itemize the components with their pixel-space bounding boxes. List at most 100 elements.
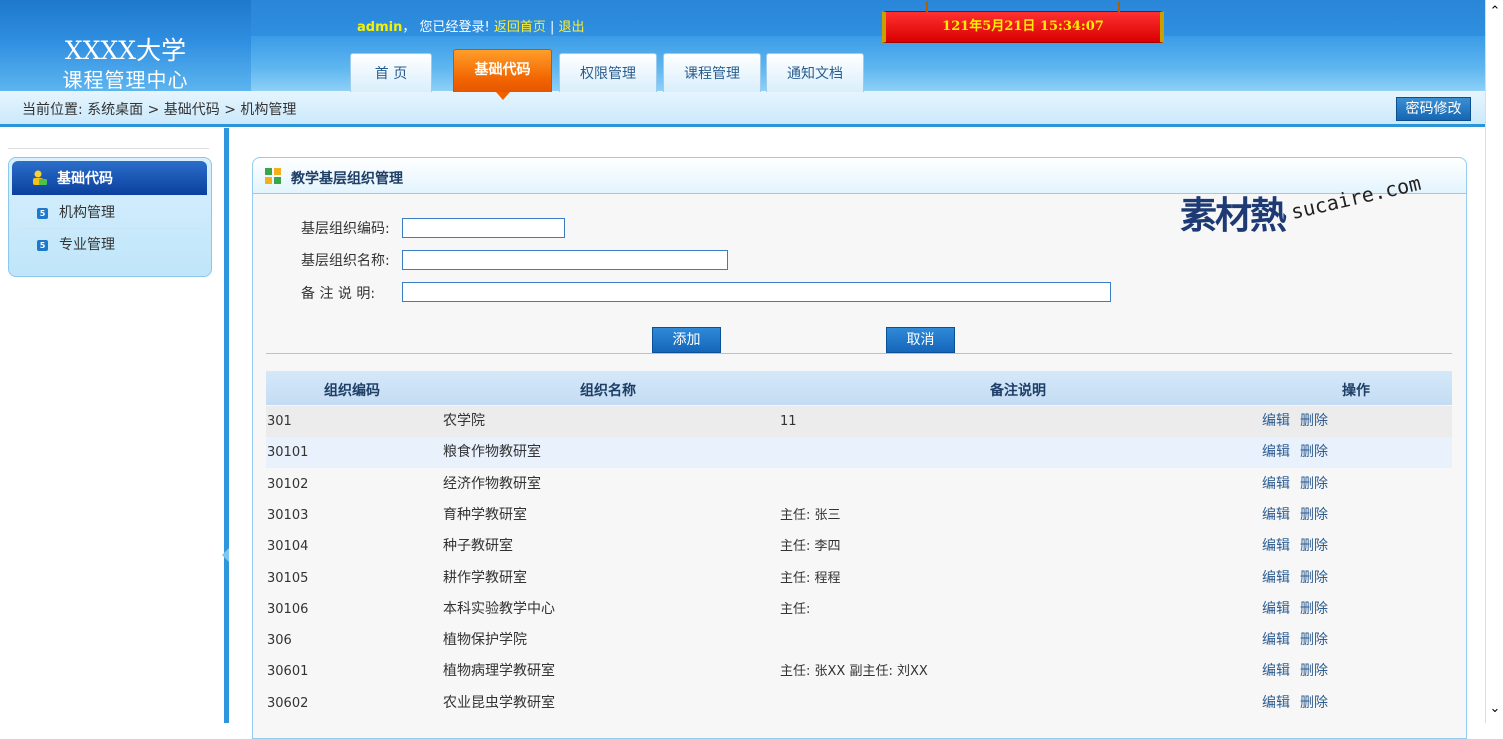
remark-input[interactable]	[402, 282, 1111, 302]
edit-link[interactable]: 编辑	[1262, 656, 1290, 687]
form-row-code: 基层组织编码:	[301, 218, 403, 238]
delete-link[interactable]: 删除	[1300, 625, 1328, 656]
sidebar: 基础代码 5 机构管理 5 专业管理	[8, 157, 212, 277]
page-scrollbar[interactable]: ⌃ ⌄	[1485, 0, 1503, 723]
form-row-name: 基层组织名称:	[301, 250, 403, 270]
delete-link[interactable]: 删除	[1300, 688, 1328, 719]
code-label: 基层组织编码:	[301, 221, 390, 237]
edit-link[interactable]: 编辑	[1262, 594, 1290, 625]
sidebar-item-major-management[interactable]: 5 专业管理	[19, 230, 206, 261]
tab-label: 通知文档	[787, 66, 843, 82]
form-divider	[266, 353, 1452, 354]
active-tab-arrow	[495, 92, 510, 100]
cell-org-code: 30101	[267, 445, 309, 461]
login-status-text: ， 您已经登录!	[402, 20, 490, 35]
tab-permission[interactable]: 权限管理	[559, 53, 657, 92]
table-row: 30105 耕作学教研室 主任: 程程 编辑 删除	[266, 563, 1452, 594]
sidebar-item-label: 机构管理	[59, 205, 115, 221]
tab-home[interactable]: 首 页	[350, 53, 432, 92]
cell-remark: 主任: 张XX 副主任: 刘XX	[780, 664, 928, 680]
remark-label: 备 注 说 明:	[301, 286, 376, 302]
logo-system-name: 课程管理中心	[62, 68, 189, 92]
col-header-code: 组织编码	[324, 383, 380, 399]
tab-notice-docs[interactable]: 通知文档	[766, 53, 864, 92]
table-row: 301 农学院 11 编辑 删除	[266, 406, 1452, 437]
delete-link[interactable]: 删除	[1300, 437, 1328, 468]
cell-org-name: 植物保护学院	[443, 632, 527, 649]
cell-org-name: 耕作学教研室	[443, 569, 527, 586]
delete-link[interactable]: 删除	[1300, 500, 1328, 531]
cell-org-code: 30104	[267, 539, 309, 555]
edit-link[interactable]: 编辑	[1262, 531, 1290, 562]
cell-remark: 主任: 程程	[780, 570, 841, 586]
cell-remark: 主任: 张三	[780, 507, 841, 523]
cell-org-code: 306	[267, 633, 292, 649]
tab-course[interactable]: 课程管理	[663, 53, 761, 92]
breadcrumb: 当前位置: 系统桌面 > 基础代码 > 机构管理	[22, 102, 297, 118]
cell-remark: 主任:	[780, 601, 811, 617]
panel-title: 教学基层组织管理	[291, 171, 403, 187]
delete-link[interactable]: 删除	[1300, 594, 1328, 625]
table-row: 30106 本科实验教学中心 主任: 编辑 删除	[266, 594, 1452, 625]
delete-link[interactable]: 删除	[1300, 656, 1328, 687]
edit-link[interactable]: 编辑	[1262, 469, 1290, 500]
cell-org-code: 30103	[267, 507, 309, 523]
tab-basic-code[interactable]: 基础代码	[453, 49, 552, 100]
col-header-actions: 操作	[1342, 383, 1370, 399]
delete-link[interactable]: 删除	[1300, 531, 1328, 562]
table-row: 30102 经济作物教研室 编辑 删除	[266, 469, 1452, 500]
sidebar-splitter[interactable]	[222, 128, 229, 723]
scroll-up-icon[interactable]: ⌃	[1486, 2, 1503, 22]
edit-link[interactable]: 编辑	[1262, 437, 1290, 468]
clock-hanger-right	[1118, 1, 1120, 12]
edit-link[interactable]: 编辑	[1262, 500, 1290, 531]
edit-link[interactable]: 编辑	[1262, 563, 1290, 594]
tab-label: 课程管理	[684, 66, 740, 82]
cell-org-name: 农学院	[443, 413, 485, 429]
cell-org-name: 本科实验教学中心	[443, 600, 555, 617]
tab-label: 权限管理	[580, 66, 636, 82]
cell-org-name: 育种学教研室	[443, 506, 527, 523]
delete-link[interactable]: 删除	[1300, 406, 1328, 437]
watermark-logo: 素材熱 sucaire.com	[1177, 171, 1427, 253]
edit-link[interactable]: 编辑	[1262, 688, 1290, 719]
delete-link[interactable]: 删除	[1300, 563, 1328, 594]
breadcrumb-bar: 当前位置: 系统桌面 > 基础代码 > 机构管理 密码修改	[0, 91, 1485, 127]
watermark-zh: 素材熱	[1180, 194, 1287, 237]
delete-link[interactable]: 删除	[1300, 469, 1328, 500]
name-label: 基层组织名称:	[301, 253, 390, 269]
clock-text: 121年5月21日 15:34:07	[942, 19, 1104, 34]
table-row: 30601 植物病理学教研室 主任: 张XX 副主任: 刘XX 编辑 删除	[266, 656, 1452, 687]
user-group-icon	[33, 170, 47, 185]
add-button[interactable]: 添加	[652, 327, 721, 353]
org-code-input[interactable]	[402, 218, 565, 238]
home-link[interactable]: 返回首页	[494, 20, 546, 35]
sidebar-top-divider	[8, 148, 209, 149]
edit-link[interactable]: 编辑	[1262, 406, 1290, 437]
table-row: 30602 农业昆虫学教研室 编辑 删除	[266, 688, 1452, 719]
clock-hanger-left	[926, 1, 928, 12]
list-bullet-icon: 5	[37, 208, 48, 219]
sidebar-title: 基础代码	[57, 171, 113, 187]
grid-module-icon	[265, 168, 281, 184]
app-logo: XXXX大学 课程管理中心	[0, 0, 251, 92]
change-password-button[interactable]: 密码修改	[1396, 97, 1471, 121]
sidebar-item-org-management[interactable]: 5 机构管理	[19, 198, 206, 229]
cancel-button[interactable]: 取消	[886, 327, 955, 353]
org-name-input[interactable]	[402, 250, 728, 270]
tab-label: 基础代码	[474, 62, 531, 78]
table-header: 组织编码 组织名称 备注说明 操作	[266, 371, 1452, 405]
cell-org-code: 30601	[267, 664, 309, 680]
username: admin	[357, 20, 403, 35]
cell-remark: 11	[780, 414, 797, 429]
form-row-remark: 备 注 说 明:	[301, 283, 403, 303]
cell-org-name: 植物病理学教研室	[443, 663, 555, 680]
scroll-down-icon[interactable]: ⌄	[1486, 699, 1503, 719]
sidebar-header: 基础代码	[12, 161, 207, 195]
collapse-arrow-icon[interactable]	[222, 548, 229, 562]
edit-link[interactable]: 编辑	[1262, 625, 1290, 656]
table-row: 306 植物保护学院 编辑 删除	[266, 625, 1452, 656]
cell-org-code: 30105	[267, 570, 309, 586]
col-header-name: 组织名称	[580, 383, 636, 399]
logout-link[interactable]: 退出	[559, 20, 585, 35]
